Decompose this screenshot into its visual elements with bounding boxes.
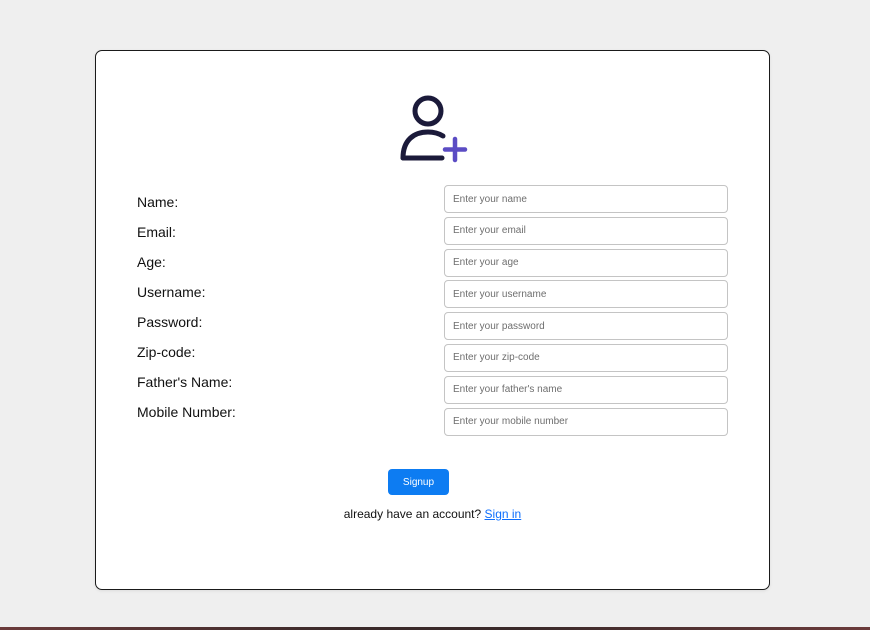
age-input[interactable]: [444, 248, 728, 277]
email-input[interactable]: [444, 216, 728, 245]
password-label: Password:: [137, 314, 203, 330]
age-label: Age:: [137, 254, 166, 270]
username-label: Username:: [137, 284, 206, 300]
signin-link[interactable]: Sign in: [485, 507, 522, 521]
mobile-number-input[interactable]: [444, 407, 728, 436]
fathers-name-label: Father's Name:: [137, 374, 233, 390]
fathers-name-input[interactable]: [444, 375, 728, 404]
username-input[interactable]: [444, 280, 728, 309]
signin-row: already have an account? Sign in: [96, 507, 769, 521]
signup-card: Name: Email: Age: Username: Password: Zi…: [95, 50, 770, 590]
zip-code-label: Zip-code:: [137, 344, 196, 360]
user-plus-icon: [400, 95, 468, 163]
name-label: Name:: [137, 194, 179, 210]
name-input[interactable]: [444, 185, 728, 213]
field-inputs: [444, 185, 728, 439]
mobile-number-label: Mobile Number:: [137, 404, 236, 420]
password-input[interactable]: [444, 312, 728, 341]
email-label: Email:: [137, 224, 176, 240]
field-labels: Name: Email: Age: Username: Password: Zi…: [137, 194, 236, 434]
signin-prompt: already have an account?: [343, 507, 482, 521]
signup-button[interactable]: Signup: [388, 469, 449, 495]
zip-code-input[interactable]: [444, 343, 728, 372]
